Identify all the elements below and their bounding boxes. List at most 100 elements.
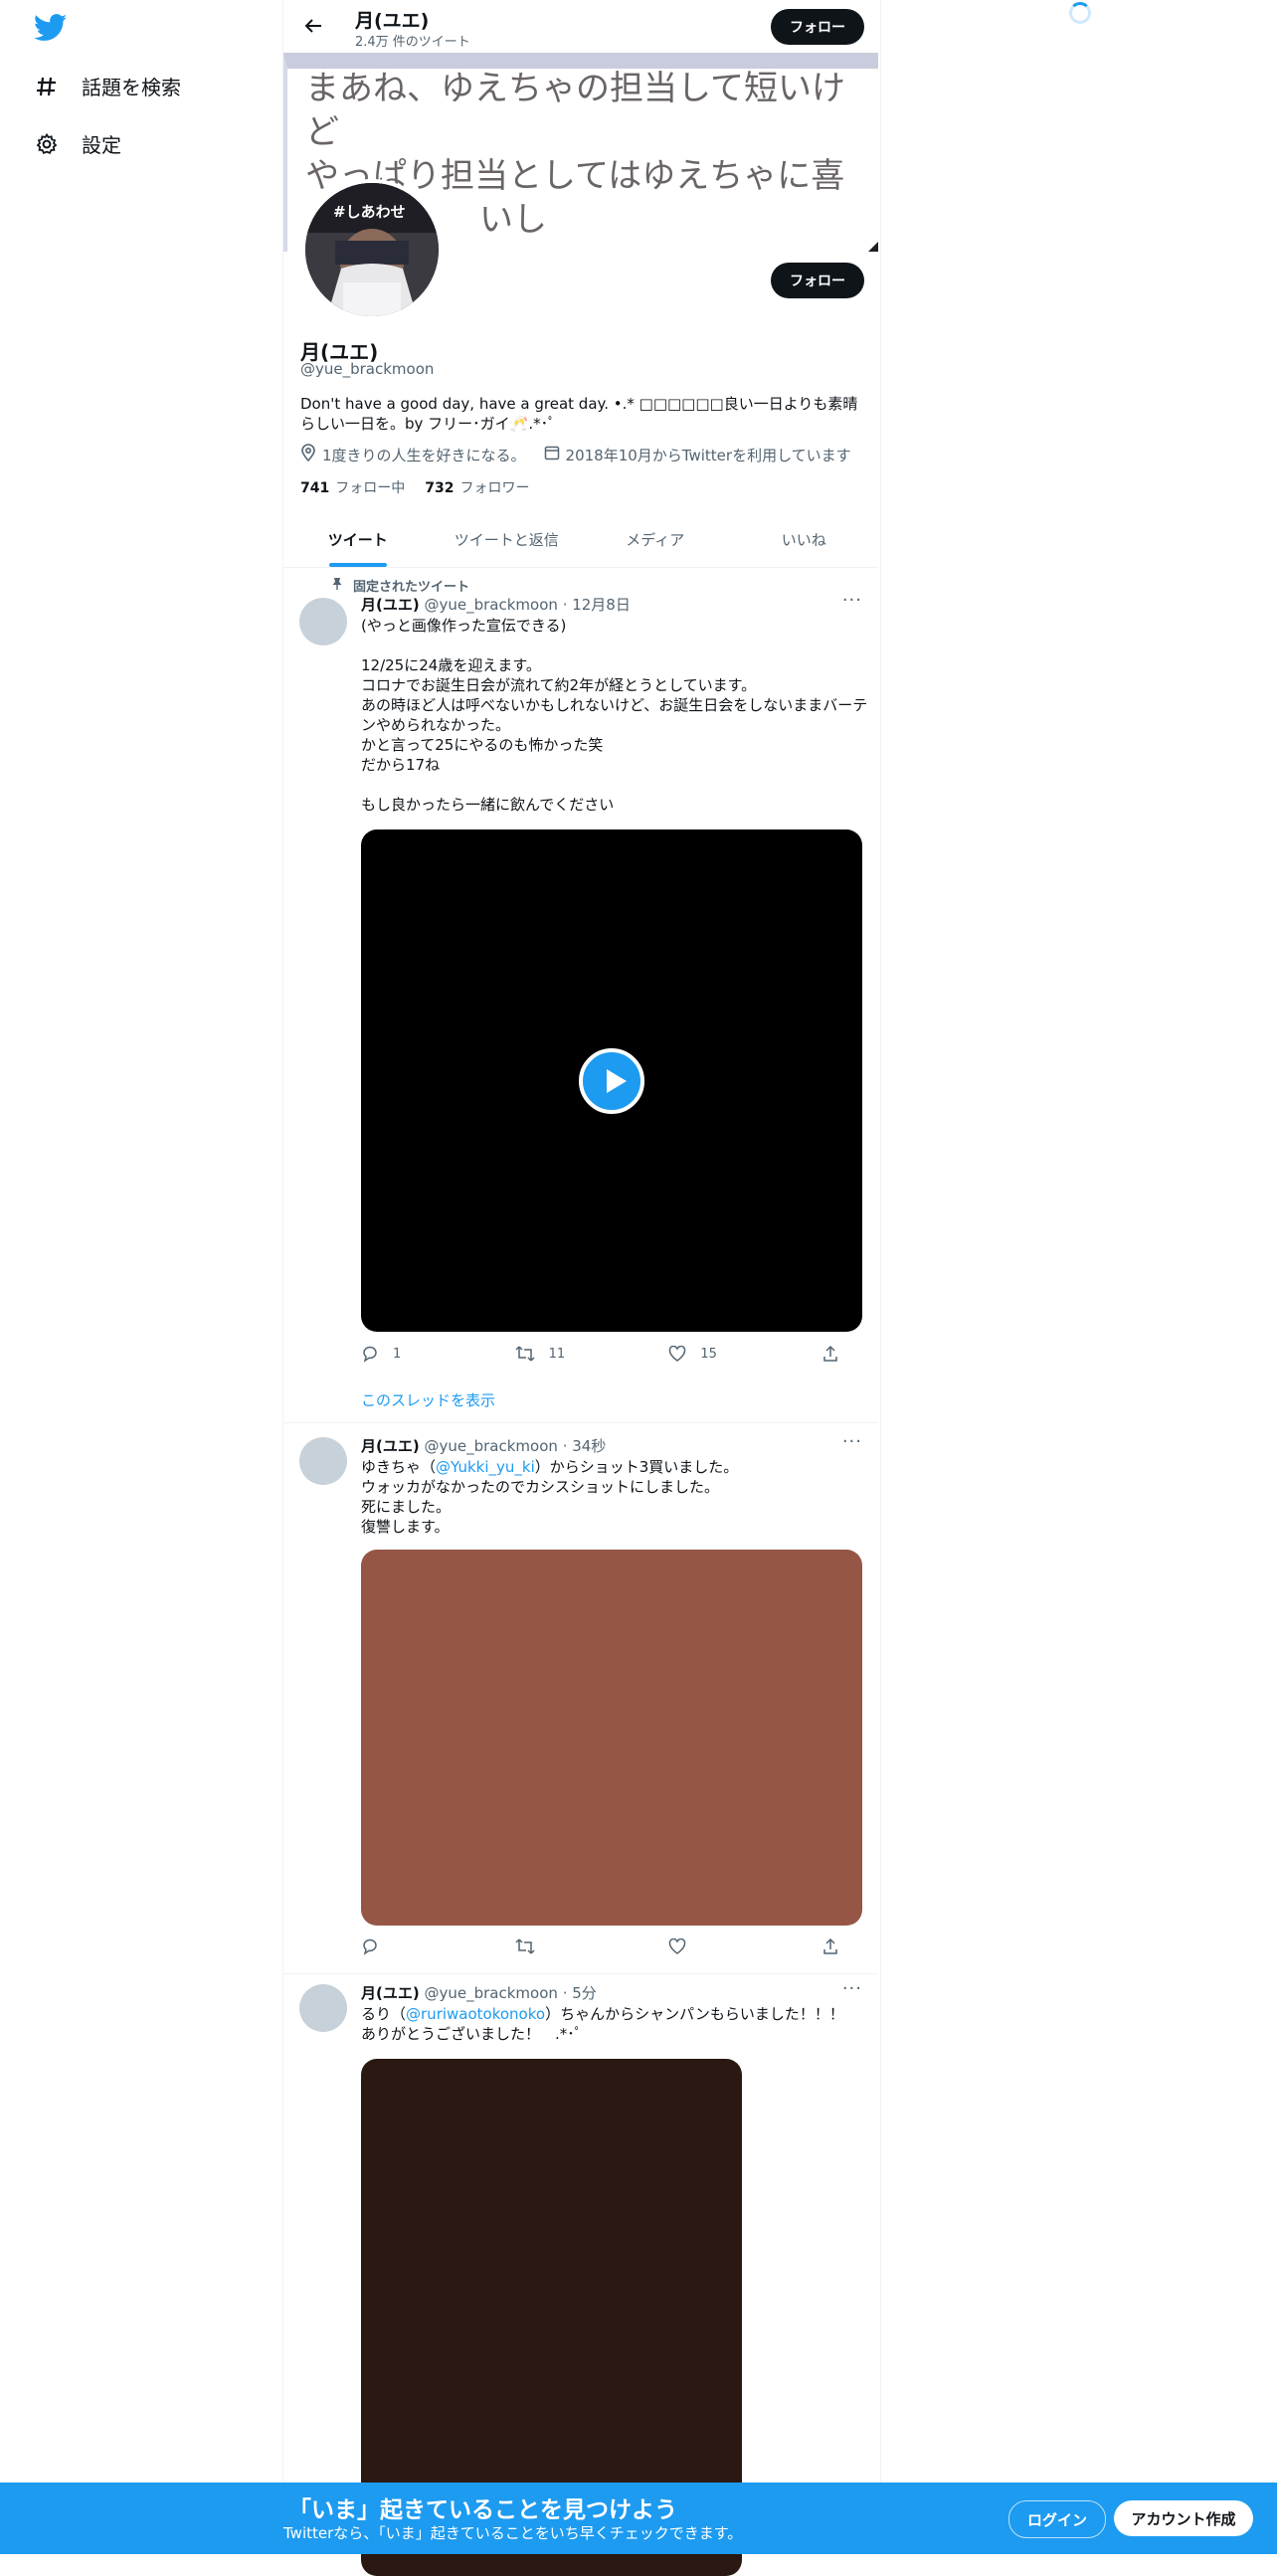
- tweet-image[interactable]: [361, 1550, 862, 1926]
- signup-button[interactable]: アカウント作成: [1114, 2500, 1253, 2536]
- heart-icon: [669, 1346, 686, 1362]
- twitter-bird-icon[interactable]: [33, 14, 68, 42]
- sidebar-item-settings[interactable]: 設定: [34, 129, 121, 158]
- loading-spinner-icon: [1069, 2, 1091, 24]
- profile-meta: 1度きりの人生を好きになる。 2018年10月からTwitterを利用しています: [300, 444, 851, 465]
- tweet-author-name[interactable]: 月(ユエ): [361, 1984, 420, 2002]
- header-tweet-count: 2.4万 件のツイート: [355, 35, 470, 50]
- profile-bio: Don't have a good day, have a great day.…: [300, 395, 858, 433]
- left-sidebar: 話題を検索 設定: [0, 0, 282, 2554]
- heart-icon: [669, 1938, 686, 1954]
- tweet-author-name[interactable]: 月(ユエ): [361, 1437, 420, 1455]
- more-options-icon[interactable]: ···: [842, 1431, 862, 1452]
- show-thread-link[interactable]: このスレッドを表示: [361, 1389, 495, 1410]
- reply-count: 1: [393, 1346, 402, 1362]
- location-text: 1度きりの人生を好きになる。: [322, 446, 526, 464]
- tweet-header: 月(ユエ) @yue_brackmoon · 5分: [361, 1982, 597, 2003]
- reply-icon: [363, 1938, 377, 1955]
- follow-stats: 741 フォロー中 732 フォロワー: [300, 477, 529, 497]
- gear-icon: [34, 131, 60, 157]
- tab-media[interactable]: メディア: [581, 511, 730, 567]
- share-button[interactable]: [822, 1937, 838, 1955]
- sidebar-item-label: 設定: [82, 133, 121, 157]
- followers-label: フォロワー: [459, 480, 530, 496]
- tweet-author-name[interactable]: 月(ユエ): [361, 596, 420, 614]
- tweet-text: ゆきちゃ（@Yukki_yu_ki）からショット3買いました。 ウォッカがなかっ…: [361, 1457, 868, 1537]
- tweet[interactable]: 月(ユエ) @yue_brackmoon · 34秒 ··· ゆきちゃ（@Yuk…: [283, 1423, 878, 1974]
- tab-likes[interactable]: いいね: [730, 511, 879, 567]
- retweet-button[interactable]: [515, 1937, 635, 1955]
- avatar-badge: #しあわせ: [333, 203, 406, 221]
- joined-text: 2018年10月からTwitterを利用しています: [565, 446, 851, 464]
- retweet-icon: [515, 1938, 535, 1954]
- profile-tabs: ツイート ツイートと返信 メディア いいね: [283, 511, 878, 568]
- tweet-author-handle[interactable]: @yue_brackmoon: [425, 1984, 558, 2002]
- tweet-pinned[interactable]: 固定されたツイート 月(ユエ) @yue_brackmoon · 12月8日 ·…: [283, 568, 878, 1423]
- banner-corner: [868, 242, 878, 252]
- header-name: 月(ユエ): [355, 10, 430, 32]
- pin-icon: [331, 577, 343, 595]
- tweet-author-handle[interactable]: @yue_brackmoon: [425, 596, 558, 614]
- profile-follow-button[interactable]: フォロー: [771, 263, 864, 298]
- share-icon: [823, 1937, 837, 1954]
- sidebar-item-label: 話題を検索: [82, 76, 181, 99]
- followers-count: 732: [425, 480, 455, 496]
- signup-banner-title: 「いま」起きていることを見つけよう: [288, 2497, 677, 2523]
- tweet-time[interactable]: · 5分: [563, 1984, 597, 2002]
- followers-link[interactable]: 732 フォロワー: [425, 477, 529, 497]
- reply-button[interactable]: 1: [361, 1345, 480, 1363]
- tweet-header: 月(ユエ) @yue_brackmoon · 12月8日: [361, 594, 631, 615]
- profile-avatar[interactable]: #しあわせ: [301, 179, 443, 320]
- signup-banner-subtitle: Twitterなら、「いま」起きていることをいち早くチェックできます。: [283, 2524, 743, 2542]
- following-link[interactable]: 741 フォロー中: [300, 477, 405, 497]
- tweet-author-handle[interactable]: @yue_brackmoon: [425, 1437, 558, 1455]
- banner-line-1: まあね、ゆえちゃの担当して短いけど: [305, 69, 845, 152]
- tweet-text: るり（@ruriwaotokonoko）ちゃんからシャンパンもらいました！！！ …: [361, 2004, 868, 2044]
- profile-column: 月(ユエ) 2.4万 件のツイート フォロー まあね、ゆえちゃの担当して短いけど…: [282, 0, 881, 2576]
- tab-tweets-and-replies[interactable]: ツイートと返信: [433, 511, 582, 567]
- retweet-icon: [515, 1346, 535, 1362]
- like-count: 15: [700, 1346, 717, 1362]
- share-button[interactable]: [822, 1345, 838, 1363]
- tab-tweets[interactable]: ツイート: [283, 511, 433, 567]
- signup-banner: 「いま」起きていることを見つけよう Twitterなら、「いま」起きていることを…: [0, 2483, 1277, 2554]
- tweet-header: 月(ユエ) @yue_brackmoon · 34秒: [361, 1435, 606, 1456]
- like-button[interactable]: 15: [668, 1345, 788, 1363]
- reply-icon: [363, 1346, 377, 1363]
- sidebar-item-explore[interactable]: 話題を検索: [34, 72, 181, 100]
- tweet-text-part: るり（: [361, 2005, 407, 2023]
- retweet-count: 11: [548, 1346, 566, 1362]
- more-options-icon[interactable]: ···: [842, 1978, 862, 1999]
- profile-header: 月(ユエ) 2.4万 件のツイート フォロー: [283, 0, 880, 53]
- tweet-avatar[interactable]: [299, 1437, 347, 1485]
- tweet-text-part: ゆきちゃ（: [361, 1458, 437, 1476]
- profile-location: 1度きりの人生を好きになる。: [300, 444, 526, 465]
- profile-joined: 2018年10月からTwitterを利用しています: [544, 445, 851, 465]
- tweet-actions: [361, 1937, 838, 1955]
- back-arrow-icon[interactable]: [301, 14, 325, 38]
- tweet-time[interactable]: · 34秒: [563, 1437, 607, 1455]
- retweet-button[interactable]: 11: [515, 1345, 635, 1363]
- more-options-icon[interactable]: ···: [842, 590, 862, 611]
- tweet-avatar[interactable]: [299, 598, 347, 645]
- mention-link[interactable]: @Yukki_yu_ki: [436, 1458, 535, 1476]
- tweet-avatar[interactable]: [299, 1984, 347, 2032]
- tweet-actions: 1 11 15: [361, 1345, 838, 1363]
- header-follow-button[interactable]: フォロー: [771, 9, 864, 45]
- reply-button[interactable]: [361, 1937, 480, 1955]
- following-label: フォロー中: [335, 480, 406, 496]
- profile-handle: @yue_brackmoon: [300, 360, 435, 378]
- tweet-video[interactable]: [361, 829, 862, 1332]
- hashtag-icon: [34, 74, 60, 99]
- tweet-text: (やっと画像作った宣伝できる) 12/25に24歳を迎えます。 コロナでお誕生日…: [361, 617, 868, 814]
- tweet-time[interactable]: · 12月8日: [563, 596, 631, 614]
- pinned-indicator: 固定されたツイート: [331, 576, 469, 595]
- share-icon: [823, 1345, 837, 1362]
- tweet[interactable]: 月(ユエ) @yue_brackmoon · 5分 ··· るり（@ruriwa…: [283, 1974, 878, 2576]
- mention-link[interactable]: @ruriwaotokonoko: [406, 2005, 545, 2023]
- following-count: 741: [300, 480, 330, 496]
- play-button-icon[interactable]: [579, 1047, 644, 1114]
- login-button[interactable]: ログイン: [1008, 2500, 1106, 2538]
- location-pin-icon: [300, 444, 316, 465]
- like-button[interactable]: [668, 1937, 788, 1955]
